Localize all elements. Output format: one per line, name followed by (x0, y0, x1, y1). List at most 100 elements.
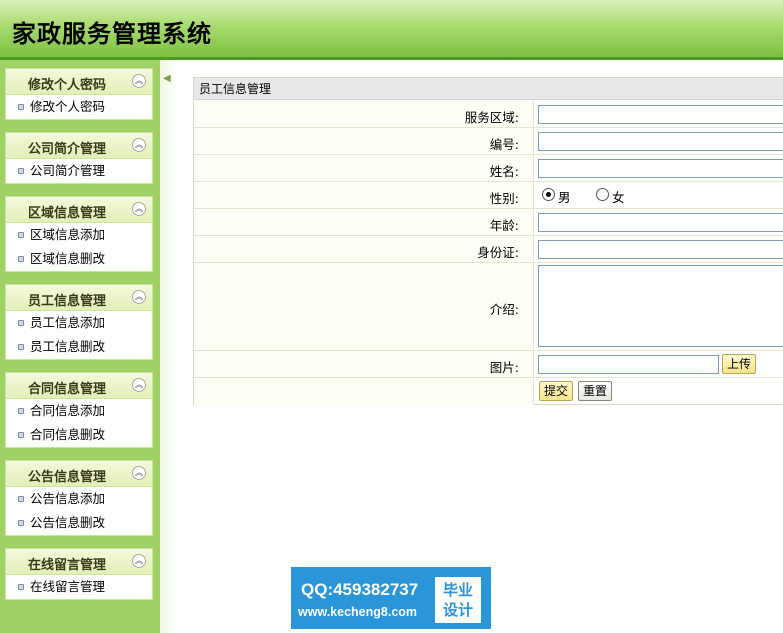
intro-label: 介绍: (489, 302, 519, 317)
form-row-age: 年龄: (194, 209, 783, 236)
sidebar-item-label: 公司简介管理 (30, 163, 106, 178)
collapse-up-icon[interactable]: ︽ (132, 290, 146, 304)
collapse-up-icon[interactable]: ︽ (132, 74, 146, 88)
bullet-icon (18, 104, 24, 110)
code-label: 编号: (489, 137, 519, 152)
form-row-code: 编号: (194, 128, 783, 155)
photo-path-input[interactable] (538, 355, 719, 374)
app-title: 家政服务管理系统 (12, 19, 212, 48)
sidebar-item-label: 合同信息删改 (30, 427, 106, 442)
menu-group-header[interactable]: 在线留言管理 ︽ (6, 549, 152, 575)
bullet-icon (18, 168, 24, 174)
label-cell: 年龄: (194, 209, 534, 235)
watermark-badge-line1: 毕业 (442, 581, 473, 599)
collapse-up-icon[interactable]: ︽ (132, 138, 146, 152)
gender-female-label: 女 (612, 190, 625, 205)
form-row-photo: 图片: 上传 (194, 351, 783, 378)
menu-group-header[interactable]: 合同信息管理 ︽ (6, 373, 152, 399)
collapse-sidebar-icon[interactable]: ◀ (163, 73, 171, 84)
sidebar-item-employee-edit[interactable]: 员工信息删改 (6, 335, 152, 359)
collapse-up-icon[interactable]: ︽ (132, 378, 146, 392)
menu-group-password: 修改个人密码 ︽ 修改个人密码 (5, 68, 153, 120)
menu-group-title: 区域信息管理 (27, 206, 106, 221)
sidebar-item-change-password[interactable]: 修改个人密码 (6, 95, 152, 119)
code-input[interactable] (538, 132, 783, 151)
menu-group-header[interactable]: 员工信息管理 ︽ (6, 285, 152, 311)
bullet-icon (18, 496, 24, 502)
sidebar-item-message[interactable]: 在线留言管理 (6, 575, 152, 599)
gender-female-radio[interactable] (596, 188, 609, 201)
sidebar-item-area-add[interactable]: 区域信息添加 (6, 223, 152, 247)
bullet-icon (18, 320, 24, 326)
sidebar-item-label: 公告信息删改 (30, 515, 106, 530)
bullet-icon (18, 256, 24, 262)
menu-group-header[interactable]: 修改个人密码 ︽ (6, 69, 152, 95)
name-input[interactable] (538, 159, 783, 178)
name-label: 姓名: (489, 164, 519, 179)
app-header: 家政服务管理系统 (0, 0, 783, 60)
area-input[interactable] (538, 105, 783, 124)
bullet-icon (18, 584, 24, 590)
collapse-up-icon[interactable]: ︽ (132, 466, 146, 480)
collapse-up-icon[interactable]: ︽ (132, 202, 146, 216)
menu-group-title: 员工信息管理 (27, 294, 106, 309)
idcard-label: 身份证: (477, 245, 519, 260)
label-cell: 姓名: (194, 155, 534, 181)
watermark-banner: QQ:459382737 www.kecheng8.com 毕业 设计 (291, 567, 491, 629)
menu-group-header[interactable]: 公司简介管理 ︽ (6, 133, 152, 159)
label-cell: 图片: (194, 351, 534, 377)
label-cell (194, 378, 534, 405)
menu-group-title: 公司简介管理 (27, 142, 106, 157)
menu-group-header[interactable]: 区域信息管理 ︽ (6, 197, 152, 223)
bullet-icon (18, 432, 24, 438)
sidebar-item-label: 合同信息添加 (30, 403, 106, 418)
intro-textarea[interactable] (538, 265, 783, 347)
employee-form-panel: 员工信息管理 服务区域: 编号: 姓名: 性别: 男 女 年龄: 身份证: 介绍… (193, 77, 783, 405)
form-row-gender: 性别: 男 女 (194, 182, 783, 209)
photo-label: 图片: (489, 360, 519, 375)
form-row-area: 服务区域: (194, 101, 783, 128)
sidebar-item-notice-add[interactable]: 公告信息添加 (6, 487, 152, 511)
menu-group-header[interactable]: 公告信息管理 ︽ (6, 461, 152, 487)
menu-group-area: 区域信息管理 ︽ 区域信息添加 区域信息删改 (5, 196, 153, 272)
sidebar-item-label: 员工信息删改 (30, 339, 106, 354)
label-cell: 服务区域: (194, 101, 534, 127)
sidebar-item-area-edit[interactable]: 区域信息删改 (6, 247, 152, 271)
area-label: 服务区域: (464, 110, 519, 125)
upload-button[interactable]: 上传 (722, 354, 757, 374)
gender-male-label: 男 (558, 190, 571, 205)
form-row-intro: 介绍: (194, 263, 783, 351)
menu-group-title: 公告信息管理 (27, 470, 106, 485)
menu-group-contract: 合同信息管理 ︽ 合同信息添加 合同信息删改 (5, 372, 153, 448)
menu-group-title: 在线留言管理 (27, 558, 106, 573)
gender-label: 性别: (489, 191, 519, 206)
bullet-icon (18, 344, 24, 350)
age-input[interactable] (538, 213, 783, 232)
watermark-qq: QQ:459382737 (301, 580, 419, 599)
form-row-name: 姓名: (194, 155, 783, 182)
sidebar-item-contract-edit[interactable]: 合同信息删改 (6, 423, 152, 447)
idcard-input[interactable] (538, 240, 783, 259)
submit-button[interactable]: 提交 (539, 381, 574, 401)
menu-group-notice: 公告信息管理 ︽ 公告信息添加 公告信息删改 (5, 460, 153, 536)
sidebar-item-label: 区域信息添加 (30, 227, 106, 242)
label-cell: 身份证: (194, 236, 534, 262)
menu-group-company: 公司简介管理 ︽ 公司简介管理 (5, 132, 153, 184)
collapse-up-icon[interactable]: ︽ (132, 554, 146, 568)
sidebar-item-company-intro[interactable]: 公司简介管理 (6, 159, 152, 183)
watermark-badge: 毕业 设计 (435, 577, 481, 623)
menu-group-title: 合同信息管理 (27, 382, 106, 397)
gender-male-radio[interactable] (542, 188, 555, 201)
sidebar-item-employee-add[interactable]: 员工信息添加 (6, 311, 152, 335)
age-label: 年龄: (489, 218, 519, 233)
menu-group-message: 在线留言管理 ︽ 在线留言管理 (5, 548, 153, 600)
bullet-icon (18, 408, 24, 414)
bullet-icon (18, 232, 24, 238)
menu-group-employee: 员工信息管理 ︽ 员工信息添加 员工信息删改 (5, 284, 153, 360)
reset-button[interactable]: 重置 (578, 381, 613, 401)
sidebar-item-label: 区域信息删改 (30, 251, 106, 266)
sidebar-item-notice-edit[interactable]: 公告信息删改 (6, 511, 152, 535)
label-cell: 介绍: (194, 263, 534, 350)
form-row-idcard: 身份证: (194, 236, 783, 263)
sidebar-item-contract-add[interactable]: 合同信息添加 (6, 399, 152, 423)
